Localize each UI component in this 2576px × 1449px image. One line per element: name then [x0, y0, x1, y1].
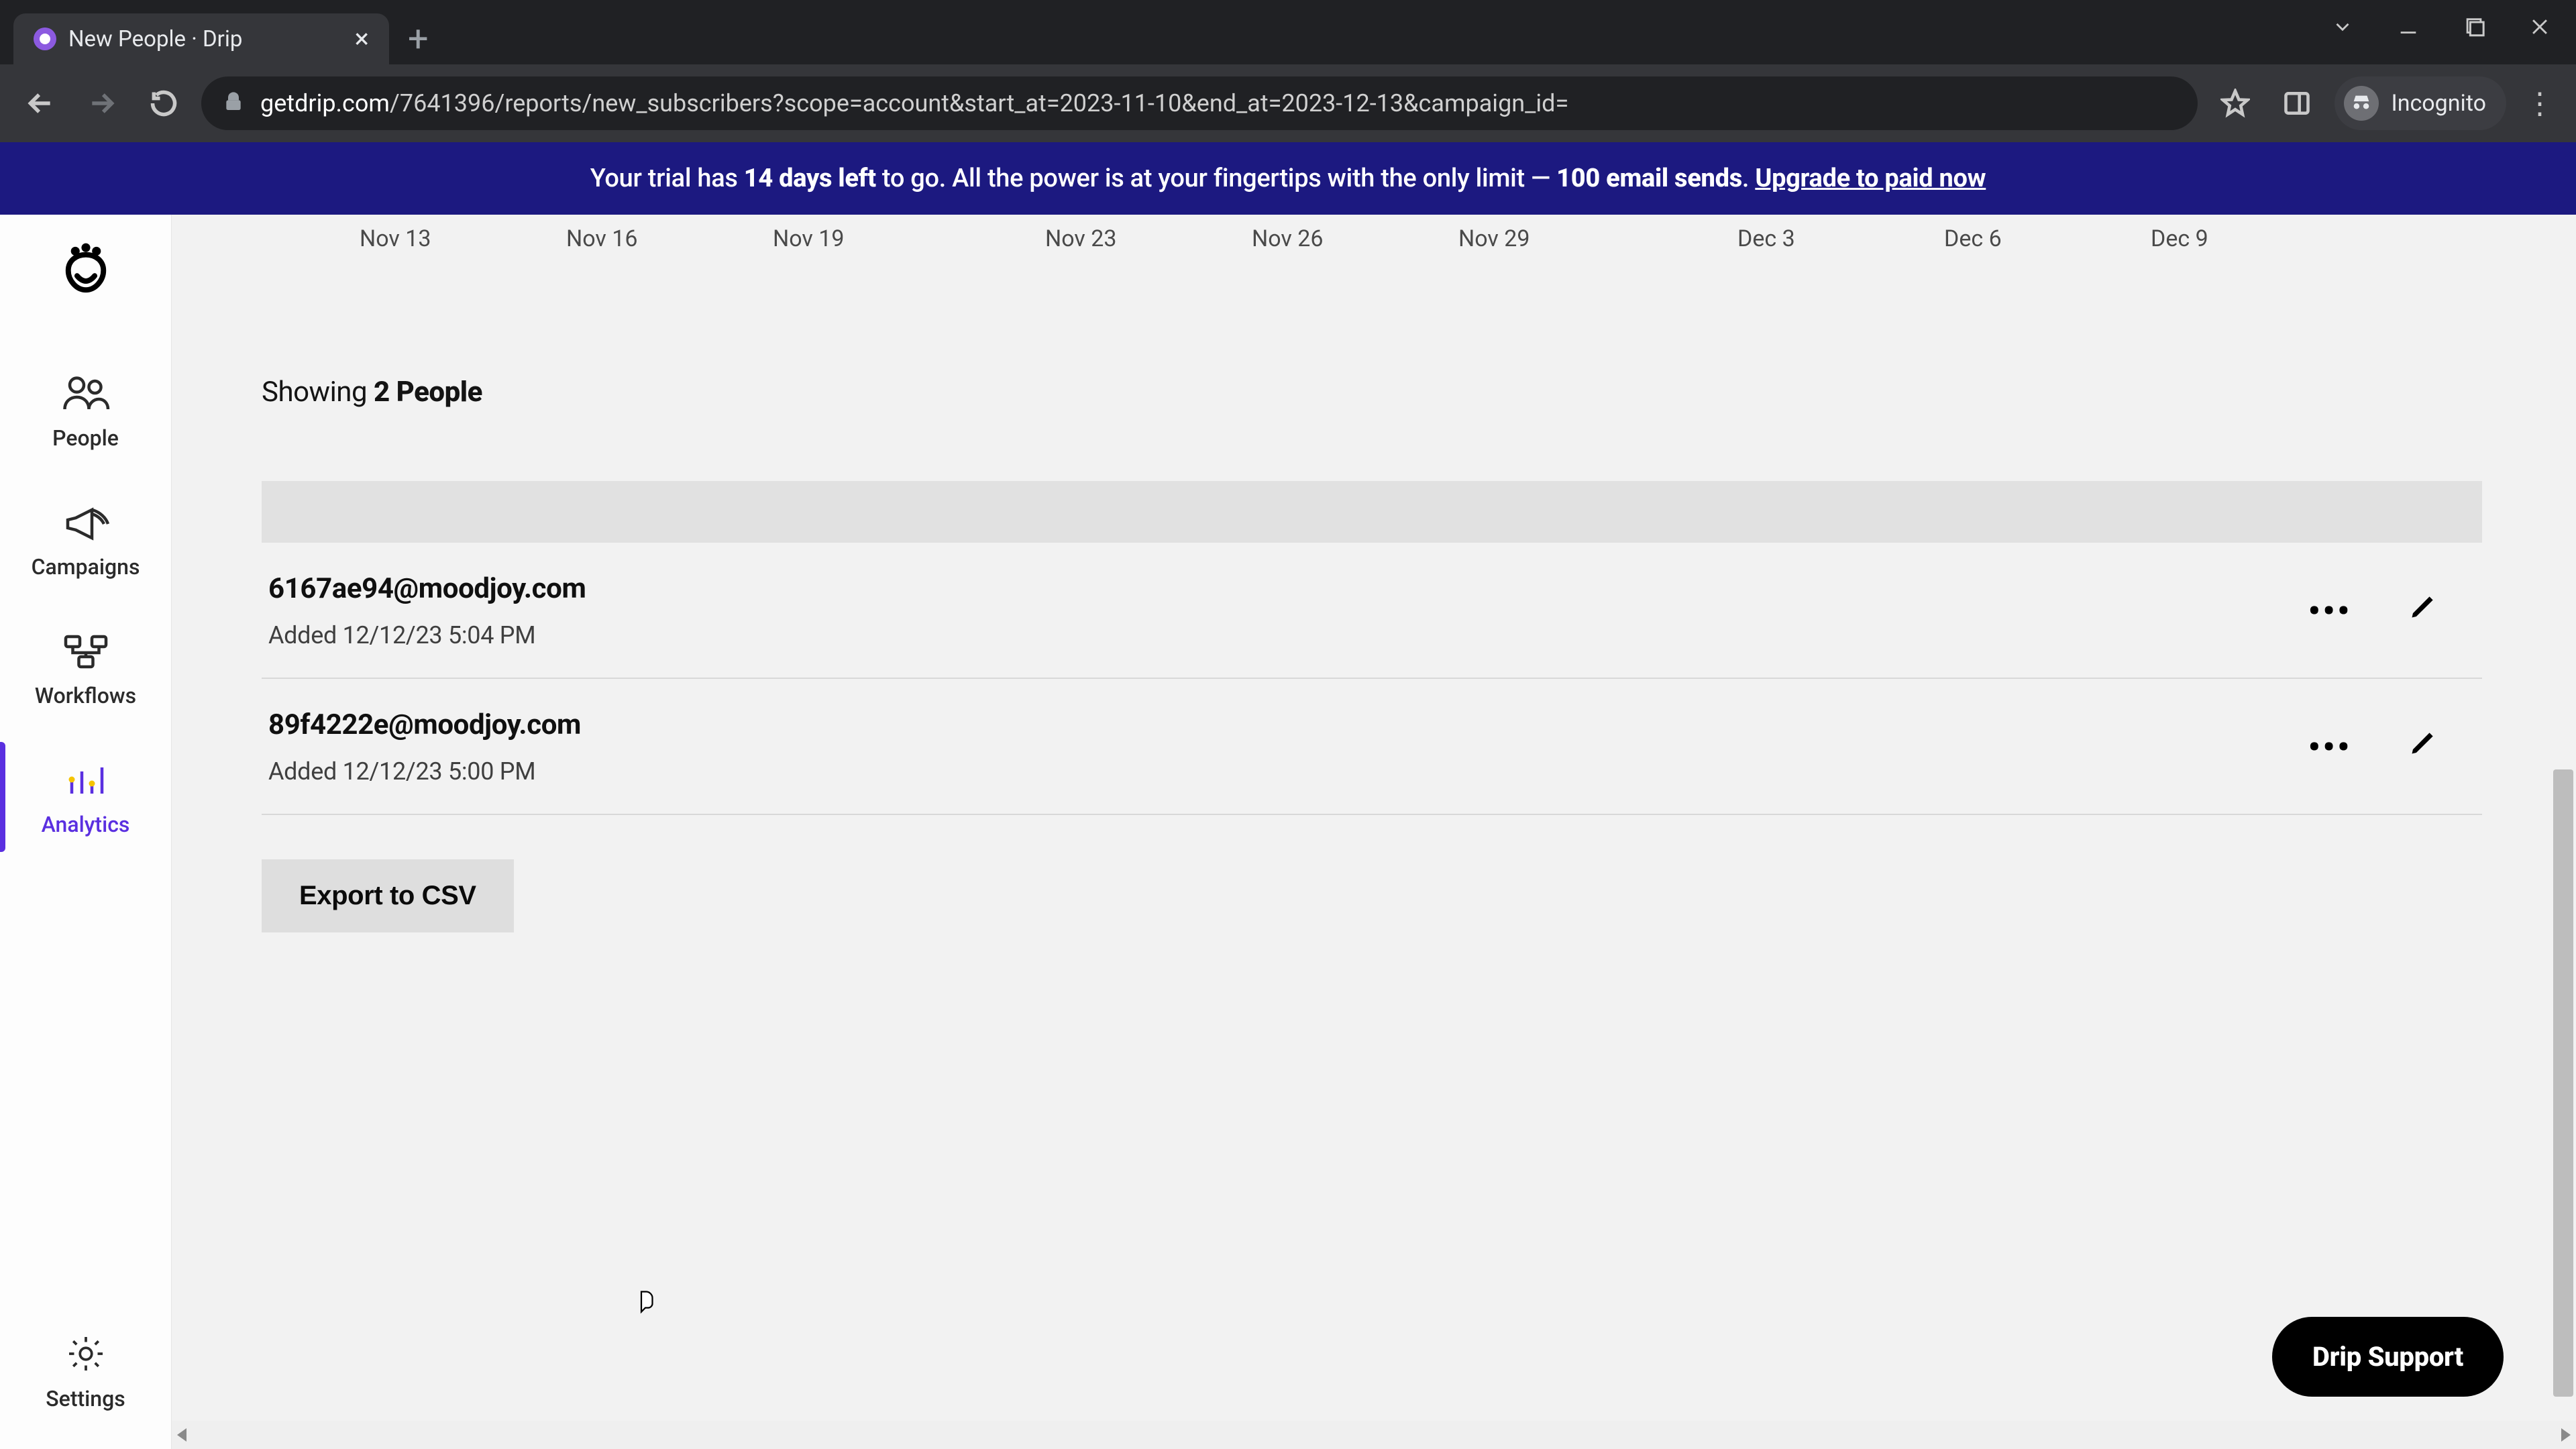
- window-controls: [2316, 7, 2567, 47]
- person-added: Added 12/12/23 5:04 PM: [268, 621, 2308, 649]
- bookmark-icon[interactable]: [2211, 79, 2259, 127]
- edit-icon[interactable]: [2408, 728, 2438, 766]
- drip-favicon: [34, 28, 56, 50]
- main-content: Nov 13 Nov 16 Nov 19 Nov 23 Nov 26 Nov 2…: [172, 215, 2576, 1449]
- list-header: [262, 481, 2482, 543]
- people-list: 6167ae94@moodjoy.com Added 12/12/23 5:04…: [262, 481, 2482, 815]
- browser-tab[interactable]: New People · Drip ×: [13, 13, 389, 64]
- sidebar-item-people[interactable]: People: [0, 346, 171, 475]
- analytics-icon: [62, 757, 110, 802]
- url-text: getdrip.com/7641396/reports/new_subscrib…: [260, 89, 1568, 117]
- showing-count: Showing 2 People: [262, 376, 2482, 409]
- back-button[interactable]: [16, 79, 64, 127]
- edit-icon[interactable]: [2408, 592, 2438, 630]
- minimize-window-icon[interactable]: [2381, 7, 2435, 47]
- incognito-icon: [2344, 86, 2379, 121]
- more-actions-icon[interactable]: •••: [2308, 592, 2352, 630]
- sidebar-item-campaigns[interactable]: Campaigns: [0, 475, 171, 604]
- tab-title: New People · Drip: [68, 26, 242, 52]
- axis-tick: Nov 23: [1045, 225, 1117, 252]
- megaphone-icon: [62, 499, 110, 545]
- incognito-indicator[interactable]: Incognito: [2334, 76, 2506, 130]
- axis-tick: Nov 29: [1458, 225, 1530, 252]
- lock-icon: [223, 91, 244, 115]
- close-tab-icon[interactable]: ×: [355, 25, 369, 52]
- more-actions-icon[interactable]: •••: [2308, 728, 2352, 766]
- axis-tick: Nov 19: [773, 225, 845, 252]
- maximize-window-icon[interactable]: [2447, 7, 2501, 47]
- person-row[interactable]: 6167ae94@moodjoy.com Added 12/12/23 5:04…: [262, 543, 2482, 679]
- person-row[interactable]: 89f4222e@moodjoy.com Added 12/12/23 5:00…: [262, 679, 2482, 815]
- close-window-icon[interactable]: [2513, 7, 2567, 47]
- support-button[interactable]: Drip Support: [2272, 1317, 2504, 1397]
- people-icon: [62, 370, 110, 416]
- axis-tick: Dec 3: [1737, 225, 1795, 252]
- sidebar-item-label: Settings: [46, 1386, 125, 1411]
- scroll-right-arrow-icon[interactable]: [2561, 1428, 2571, 1442]
- sidebar-item-workflows[interactable]: Workflows: [0, 604, 171, 733]
- person-email: 6167ae94@moodjoy.com: [268, 572, 2308, 605]
- upgrade-link[interactable]: Upgrade to paid now: [1755, 164, 1986, 193]
- sidebar-item-label: Workflows: [35, 683, 136, 708]
- axis-tick: Dec 6: [1944, 225, 2002, 252]
- export-csv-button[interactable]: Export to CSV: [262, 859, 514, 932]
- sidebar: People Campaigns Workflows: [0, 215, 172, 1449]
- sidebar-item-label: Analytics: [42, 812, 130, 837]
- person-added: Added 12/12/23 5:00 PM: [268, 757, 2308, 786]
- reload-button[interactable]: [140, 79, 188, 127]
- mouse-cursor-icon: [633, 1289, 657, 1323]
- drip-logo[interactable]: [58, 239, 114, 295]
- new-tab-button[interactable]: +: [408, 21, 429, 58]
- vertical-scrollbar-thumb[interactable]: [2553, 769, 2573, 1397]
- browser-menu-icon[interactable]: ⋮: [2520, 86, 2560, 121]
- sidebar-item-analytics[interactable]: Analytics: [0, 733, 171, 861]
- workflow-icon: [62, 628, 110, 674]
- gear-icon: [62, 1331, 110, 1377]
- axis-tick: Nov 26: [1252, 225, 1324, 252]
- sidebar-item-settings[interactable]: Settings: [0, 1307, 171, 1449]
- person-email: 89f4222e@moodjoy.com: [268, 708, 2308, 741]
- vertical-scrollbar[interactable]: [2548, 215, 2576, 1421]
- incognito-label: Incognito: [2391, 90, 2486, 117]
- horizontal-scrollbar[interactable]: [172, 1421, 2576, 1449]
- axis-tick: Nov 13: [360, 225, 431, 252]
- browser-tab-strip: New People · Drip × +: [0, 0, 2576, 64]
- axis-tick: Nov 16: [566, 225, 638, 252]
- forward-button[interactable]: [78, 79, 126, 127]
- sidebar-item-label: Campaigns: [32, 554, 140, 580]
- tab-search-icon[interactable]: [2316, 7, 2369, 47]
- trial-banner: Your trial has 14 days left to go. All t…: [0, 142, 2576, 215]
- browser-toolbar: getdrip.com/7641396/reports/new_subscrib…: [0, 64, 2576, 142]
- axis-tick: Dec 9: [2151, 225, 2208, 252]
- address-bar[interactable]: getdrip.com/7641396/reports/new_subscrib…: [201, 76, 2198, 130]
- sidebar-item-label: People: [52, 425, 119, 451]
- scroll-left-arrow-icon[interactable]: [177, 1428, 186, 1442]
- side-panel-icon[interactable]: [2273, 79, 2321, 127]
